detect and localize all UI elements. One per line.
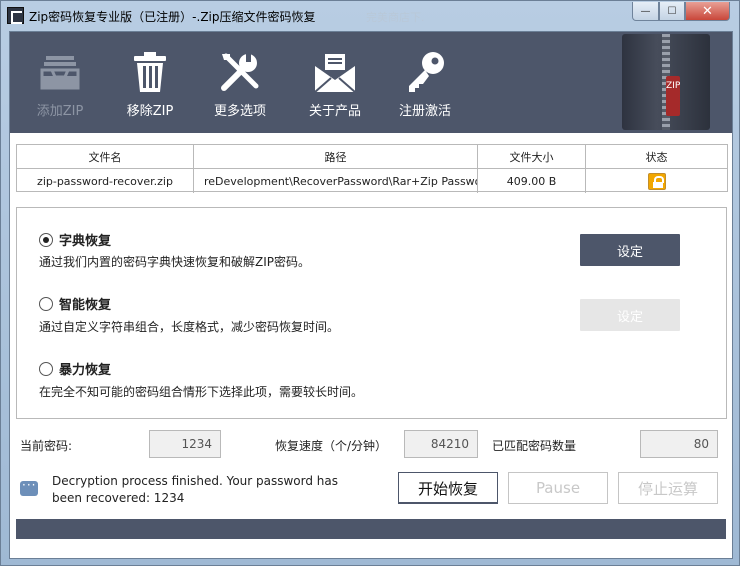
matched-count-label: 已匹配密码数量: [492, 439, 577, 453]
register-activate-label: 注册激活: [398, 104, 451, 119]
column-header-filename[interactable]: 文件名: [17, 145, 194, 169]
lock-icon: [647, 172, 666, 190]
stop-button[interactable]: 停止运算: [618, 472, 718, 504]
smart-title: 智能恢复: [59, 298, 112, 313]
dictionary-radio[interactable]: [39, 232, 53, 247]
file-table: 文件名 路径 文件大小 状态 zip-password-recover.zip …: [16, 144, 728, 193]
inbox-tray-icon: [40, 56, 80, 90]
option-dictionary[interactable]: 字典恢复: [39, 230, 111, 249]
chat-bubble-icon: [20, 478, 38, 496]
brute-force-description: 在完全不知可能的密码组合情形下选择此项，需要较长时间。: [39, 385, 364, 399]
more-options-button[interactable]: 更多选项: [200, 50, 280, 119]
client-area: 添加ZIP 移除ZIP 更多选项 关于产品 注册激活 ZIP 文件名 路径 文件…: [9, 31, 733, 559]
add-zip-label: 添加ZIP: [36, 104, 84, 119]
register-activate-button[interactable]: 注册激活: [385, 50, 465, 119]
brute-force-radio[interactable]: [39, 361, 53, 376]
dictionary-description: 通过我们内置的密码字典快速恢复和破解ZIP密码。: [39, 255, 310, 269]
current-password-field: 1234: [149, 430, 221, 458]
tools-icon: [221, 53, 259, 91]
remove-zip-label: 移除ZIP: [126, 104, 174, 119]
matched-count-field: 80: [640, 430, 718, 458]
current-password-label: 当前密码:: [20, 439, 73, 453]
zip-banner-art: ZIP: [622, 34, 710, 130]
ghost-title: 完美商店下.: [366, 11, 425, 24]
table-row-status[interactable]: [586, 169, 727, 193]
column-header-status[interactable]: 状态: [586, 145, 727, 169]
close-button[interactable]: ✕: [685, 2, 730, 21]
column-header-size[interactable]: 文件大小: [478, 145, 586, 169]
option-smart[interactable]: 智能恢复: [39, 294, 111, 313]
option-brute-force[interactable]: 暴力恢复: [39, 359, 111, 378]
about-product-label: 关于产品: [308, 104, 361, 119]
pause-button[interactable]: Pause: [508, 472, 608, 504]
recovery-options-panel: 字典恢复 通过我们内置的密码字典快速恢复和破解ZIP密码。 设定 智能恢复 通过…: [16, 207, 727, 419]
about-product-button[interactable]: 关于产品: [295, 50, 375, 119]
app-window: Zip密码恢复专业版（已注册）-.Zip压缩文件密码恢复 完美商店下. — ☐ …: [0, 0, 740, 566]
maximize-button[interactable]: ☐: [659, 2, 685, 21]
dictionary-settings-button[interactable]: 设定: [580, 234, 680, 266]
minimize-button[interactable]: —: [632, 2, 659, 21]
envelope-icon: [314, 54, 356, 93]
table-row-size[interactable]: 409.00 B: [478, 169, 586, 193]
brute-force-title: 暴力恢复: [59, 363, 112, 378]
smart-settings-button[interactable]: 设定: [580, 299, 680, 331]
speed-field: 84210: [404, 430, 478, 458]
speed-label: 恢复速度（个/分钟）: [275, 439, 388, 453]
app-logo-icon: [7, 7, 24, 24]
add-zip-button[interactable]: 添加ZIP: [20, 50, 100, 119]
trash-can-icon: [134, 52, 166, 92]
table-row-path[interactable]: reDevelopment\RecoverPassword\Rar+Zip Pa…: [194, 169, 478, 193]
smart-radio[interactable]: [39, 296, 53, 311]
table-row-filename[interactable]: zip-password-recover.zip: [17, 169, 194, 193]
column-header-path[interactable]: 路径: [194, 145, 478, 169]
more-options-label: 更多选项: [213, 104, 266, 119]
title-bar[interactable]: Zip密码恢复专业版（已注册）-.Zip压缩文件密码恢复 完美商店下. — ☐ …: [1, 1, 739, 31]
smart-description: 通过自定义字符串组合，长度格式，减少密码恢复时间。: [39, 320, 340, 334]
key-icon: [409, 52, 444, 92]
zipper-tag: ZIP: [666, 76, 680, 116]
toolbar: 添加ZIP 移除ZIP 更多选项 关于产品 注册激活 ZIP: [10, 32, 732, 133]
bottom-bar: [16, 519, 726, 539]
status-message: Decryption process finished. Your passwo…: [52, 474, 339, 505]
start-recovery-button[interactable]: 开始恢复: [398, 472, 498, 504]
dictionary-title: 字典恢复: [59, 234, 112, 249]
window-title: Zip密码恢复专业版（已注册）-.Zip压缩文件密码恢复: [29, 10, 316, 24]
remove-zip-button[interactable]: 移除ZIP: [110, 50, 190, 119]
